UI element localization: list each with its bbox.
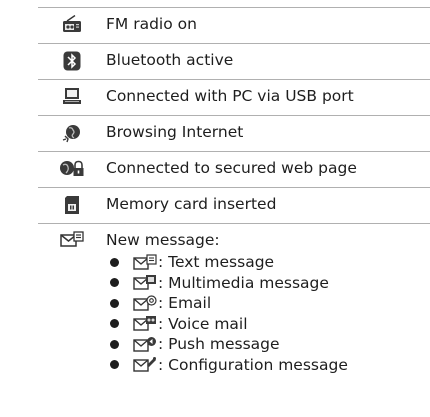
list-item: : Voice mail: [106, 314, 348, 335]
envelope-text-icon: [133, 254, 157, 270]
row-label: Browsing Internet: [106, 123, 244, 141]
row-label: Connected with PC via USB port: [106, 87, 354, 105]
bluetooth-icon: [63, 51, 81, 71]
table-row: Browsing Internet: [38, 115, 430, 151]
status-icon-table: FM radio on Bluetooth active Connected w…: [38, 7, 430, 375]
table-row: New message: : Text message: Multimedia…: [38, 223, 430, 375]
envelope-email-icon: [133, 295, 157, 311]
table-row: FM radio on: [38, 7, 430, 43]
table-row: Memory card inserted: [38, 187, 430, 223]
list-item-label: : Email: [158, 294, 212, 313]
bullet: [110, 319, 119, 329]
envelope-config-icon: [133, 357, 156, 372]
table-row: Bluetooth active: [38, 43, 430, 79]
envelope-voicemail-icon: [133, 316, 156, 331]
radio-icon: [63, 15, 81, 32]
row-label: Bluetooth active: [106, 51, 234, 69]
list-item-label: : Configuration message: [158, 355, 348, 374]
message-type-list: : Text message : Multimedia message: Em…: [106, 252, 348, 375]
list-item: : Multimedia message: [106, 273, 348, 294]
list-item: : Text message: [106, 252, 348, 273]
list-item-label: : Multimedia message: [158, 273, 329, 292]
bullet: [110, 278, 119, 288]
list-item-label: : Push message: [158, 335, 280, 354]
row-label: New message:: [106, 231, 220, 249]
envelope-icon: [60, 231, 84, 247]
envelope-multimedia-icon: [133, 275, 156, 290]
list-item: : Push message: [106, 334, 348, 355]
bullet: [110, 298, 119, 308]
table-row: Connected to secured web page: [38, 151, 430, 187]
pc-usb-icon: [63, 88, 81, 104]
bullet: [110, 257, 119, 267]
bullet: [110, 339, 119, 349]
list-item-label: : Voice mail: [158, 314, 248, 333]
table-row: Connected with PC via USB port: [38, 79, 430, 115]
bullet: [110, 360, 119, 370]
list-item-label: : Text message: [158, 253, 275, 272]
globe-browsing-icon: [62, 125, 80, 143]
memory-card-icon: [65, 196, 79, 214]
row-label: Connected to secured web page: [106, 159, 357, 177]
globe-lock-icon: [60, 160, 84, 176]
row-label: Memory card inserted: [106, 195, 277, 213]
row-label: FM radio on: [106, 15, 197, 33]
list-item: : Email: [106, 293, 348, 314]
envelope-push-icon: [133, 336, 156, 352]
list-item: : Configuration message: [106, 355, 348, 376]
